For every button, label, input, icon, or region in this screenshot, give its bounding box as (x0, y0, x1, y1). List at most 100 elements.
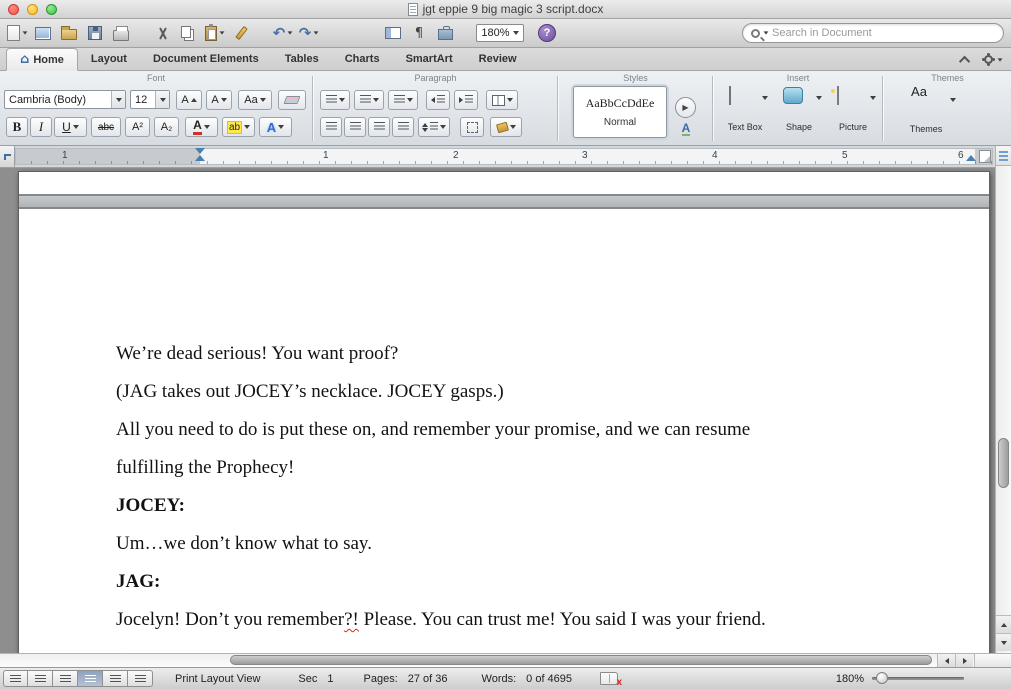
help-button[interactable]: ? (538, 24, 556, 42)
ribbon-options-button[interactable] (984, 55, 1003, 64)
horizontal-ruler[interactable]: 1 1 2 3 4 5 6 (0, 146, 1011, 168)
outline-view-button[interactable] (28, 670, 53, 687)
redo-button[interactable]: ↷ (297, 21, 321, 45)
sidebar-button[interactable] (381, 21, 405, 45)
document-page[interactable]: We’re dead serious! You want proof? (JAG… (18, 171, 990, 653)
italic-button[interactable]: I (30, 117, 52, 137)
themes-button[interactable]: Aa Themes (894, 84, 958, 140)
subscript-button[interactable]: A₂ (154, 117, 179, 137)
words-label[interactable]: Words: (482, 673, 517, 685)
zoom-slider[interactable] (872, 672, 964, 684)
scroll-right-button[interactable] (955, 654, 973, 667)
vertical-scrollbar[interactable] (995, 146, 1011, 653)
superscript-button[interactable]: A² (125, 117, 150, 137)
search-field[interactable] (742, 23, 1004, 43)
bulleted-list-button[interactable] (320, 90, 350, 110)
tab-review[interactable]: Review (466, 48, 530, 70)
shape-button[interactable]: Shape (772, 84, 826, 140)
line-spacing-button[interactable] (418, 117, 450, 137)
new-document-button[interactable] (5, 21, 29, 45)
highlight-button[interactable]: ab (222, 117, 255, 137)
borders-button[interactable] (460, 117, 484, 137)
clear-formatting-button[interactable] (278, 90, 306, 110)
underline-button[interactable]: U (54, 117, 87, 137)
tab-layout[interactable]: Layout (78, 48, 140, 70)
font-name-combobox[interactable]: Cambria (Body) (4, 90, 126, 109)
picture-button[interactable]: Picture (826, 84, 880, 140)
publishing-layout-view-button[interactable] (53, 670, 78, 687)
columns-button[interactable] (486, 90, 518, 110)
paste-button[interactable] (203, 21, 227, 45)
bold-button[interactable]: B (6, 117, 28, 137)
align-right-button[interactable] (368, 117, 390, 137)
save-button[interactable] (83, 21, 107, 45)
align-left-button[interactable] (320, 117, 342, 137)
print-button[interactable] (109, 21, 133, 45)
change-case-button[interactable]: Aa (238, 90, 272, 110)
tab-tables[interactable]: Tables (272, 48, 332, 70)
right-indent-marker[interactable] (966, 155, 976, 161)
paragraph[interactable]: Um…we don’t know what to say. (116, 525, 948, 563)
horizontal-scrollbar[interactable] (0, 653, 1011, 667)
text-box-button[interactable]: Text Box (718, 84, 772, 140)
tab-smartart[interactable]: SmartArt (393, 48, 466, 70)
styles-gallery[interactable]: AaBbCcDdEe Normal (573, 86, 667, 138)
multilevel-list-button[interactable] (388, 90, 418, 110)
pages-label[interactable]: Pages: (364, 673, 398, 685)
zoom-window-button[interactable] (46, 4, 57, 15)
copy-button[interactable] (177, 21, 201, 45)
print-layout-view-button[interactable] (78, 670, 103, 687)
decrease-indent-button[interactable] (426, 90, 450, 110)
tab-home[interactable]: ⌂ Home (6, 48, 78, 71)
zoom-combobox[interactable]: 180% (476, 24, 524, 42)
multilevel-list-icon (393, 95, 405, 105)
undo-button[interactable]: ↶ (271, 21, 295, 45)
zoom-slider-thumb[interactable] (876, 672, 888, 684)
manage-styles-button[interactable]: A (677, 121, 695, 137)
tab-document-elements[interactable]: Document Elements (140, 48, 272, 70)
font-size-combobox[interactable]: 12 (130, 90, 170, 109)
paragraph[interactable]: We’re dead serious! You want proof? (116, 335, 948, 373)
justify-button[interactable] (392, 117, 414, 137)
tab-selector-button[interactable] (0, 146, 15, 167)
format-painter-button[interactable] (229, 21, 253, 45)
shading-button[interactable] (490, 117, 522, 137)
cut-button[interactable] (151, 21, 175, 45)
notebook-layout-view-button[interactable] (103, 670, 128, 687)
paragraph[interactable]: Jocelyn! Don’t you remember?! Please. Yo… (116, 601, 948, 639)
close-window-button[interactable] (8, 4, 19, 15)
collapse-ribbon-button[interactable] (958, 55, 971, 67)
paragraph[interactable]: (JAG takes out JOCEY’s necklace. JOCEY g… (116, 373, 948, 411)
shrink-font-button[interactable]: A (206, 90, 232, 110)
align-center-button[interactable] (344, 117, 366, 137)
strikethrough-button[interactable]: abc (91, 117, 121, 137)
document-gallery-button[interactable] (31, 21, 55, 45)
styles-gallery-expander-button[interactable]: ▶ (675, 97, 696, 118)
pages-value[interactable]: 27 of 36 (408, 673, 448, 685)
paragraph[interactable]: JAG: (116, 563, 948, 601)
numbered-list-button[interactable] (354, 90, 384, 110)
minimize-window-button[interactable] (27, 4, 38, 15)
tab-charts[interactable]: Charts (332, 48, 393, 70)
draft-view-button[interactable] (3, 670, 28, 687)
focus-view-button[interactable] (128, 670, 153, 687)
paragraph[interactable]: All you need to do is put these on, and … (116, 411, 948, 487)
font-color-button[interactable]: A (185, 117, 218, 137)
scroll-down-button[interactable] (996, 633, 1011, 651)
scroll-left-button[interactable] (937, 654, 955, 667)
scroll-up-button[interactable] (996, 615, 1011, 633)
text-effects-button[interactable]: A (259, 117, 292, 137)
show-paragraph-marks-button[interactable]: ¶ (407, 21, 431, 45)
open-button[interactable] (57, 21, 81, 45)
increase-indent-button[interactable] (454, 90, 478, 110)
spelling-status-icon[interactable]: x (600, 672, 622, 688)
indent-marker[interactable] (195, 148, 205, 161)
toolbox-button[interactable] (433, 21, 457, 45)
grow-font-button[interactable]: A (176, 90, 202, 110)
words-value[interactable]: 0 of 4695 (526, 673, 572, 685)
toggle-ruler-button[interactable] (996, 146, 1011, 166)
paragraph[interactable]: JOCEY: (116, 487, 948, 525)
vertical-scroll-thumb[interactable] (998, 438, 1009, 488)
search-input[interactable] (772, 27, 995, 39)
horizontal-scroll-thumb[interactable] (230, 655, 932, 665)
